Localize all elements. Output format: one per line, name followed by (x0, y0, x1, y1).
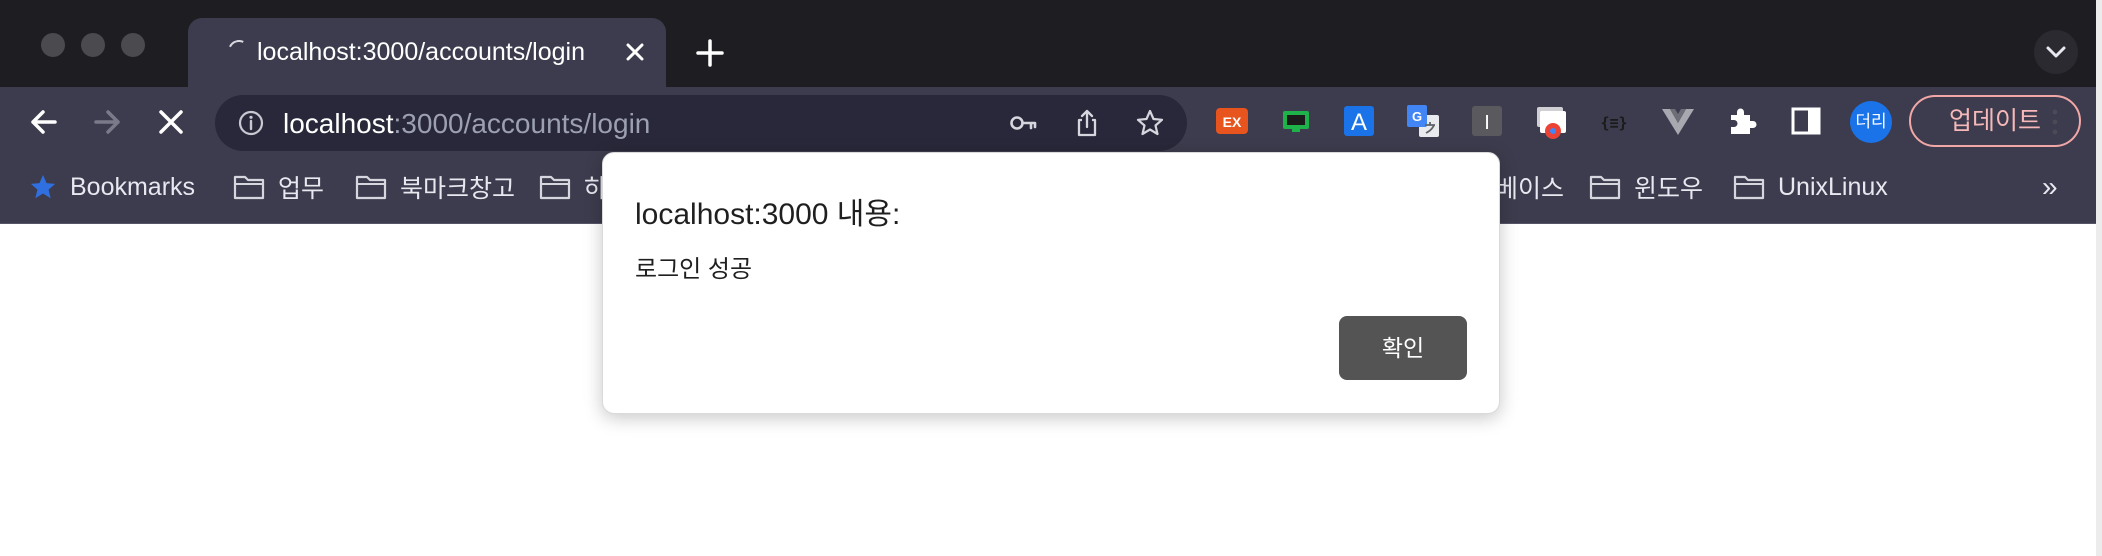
share-icon[interactable] (1072, 108, 1102, 138)
new-tab-icon[interactable] (688, 31, 732, 75)
back-arrow-icon[interactable] (21, 99, 67, 145)
bookmark-folder-storage[interactable]: 북마크창고 (355, 169, 515, 205)
bookmark-item-bookmarks[interactable]: Bookmarks (29, 169, 195, 205)
svg-text:A: A (1351, 109, 1367, 136)
vue-devtools-icon[interactable] (1660, 103, 1696, 139)
bookmark-folder-base[interactable]: 베이스 (1495, 169, 1564, 205)
tab-search-button[interactable] (2034, 30, 2078, 74)
ex-extension-icon[interactable]: EX (1214, 103, 1250, 139)
alert-dialog: localhost:3000 내용: 로그인 성공 확인 (602, 152, 1500, 414)
chevron-down-icon (2046, 46, 2066, 58)
screen-extension-icon[interactable] (1278, 103, 1314, 139)
tab-title: localhost:3000/accounts/login (257, 38, 586, 66)
bookmark-folder-unixlinux[interactable]: UnixLinux (1733, 169, 1888, 205)
bookmark-label: 베이스 (1495, 175, 1565, 203)
extensions-puzzle-icon[interactable] (1724, 103, 1760, 139)
active-tab[interactable]: localhost:3000/accounts/login (188, 18, 666, 87)
window-edge (2096, 0, 2102, 556)
google-translate-icon[interactable]: G (1405, 103, 1441, 139)
folder-icon (1589, 175, 1621, 200)
svg-text:EX: EX (1223, 114, 1242, 130)
folder-icon (355, 175, 387, 200)
menu-kebab-icon[interactable] (2052, 109, 2058, 135)
key-icon[interactable] (1008, 108, 1038, 138)
bookmark-folder-partial[interactable]: 하 (539, 169, 607, 205)
minimize-window-button[interactable] (81, 33, 105, 57)
svg-text:G: G (1412, 109, 1422, 124)
svg-text:{≡}: {≡} (1600, 114, 1627, 132)
folder-icon (233, 175, 265, 200)
bookmark-folder-work[interactable]: 업무 (233, 169, 324, 205)
loading-spinner-icon (224, 36, 254, 66)
bookmark-label: 윈도우 (1634, 175, 1704, 203)
tab-strip: localhost:3000/accounts/login (0, 0, 2102, 87)
tab-close-icon[interactable] (620, 37, 650, 67)
bookmark-folder-windows[interactable]: 윈도우 (1589, 169, 1703, 205)
bookmark-star-icon[interactable] (1135, 108, 1165, 138)
address-bar[interactable]: localhost:3000/accounts/login (215, 95, 1187, 151)
side-panel-icon[interactable] (1788, 103, 1824, 139)
i-extension-icon[interactable]: I (1469, 103, 1505, 139)
zoom-window-button[interactable] (121, 33, 145, 57)
bookmark-label: UnixLinux (1778, 172, 1888, 201)
star-icon (30, 174, 56, 199)
a-extension-icon[interactable]: A (1341, 103, 1377, 139)
url-path: :3000/accounts/login (393, 108, 651, 139)
dialog-message: 로그인 성공 (635, 256, 753, 283)
profile-avatar[interactable]: 더리 (1850, 101, 1892, 143)
forward-arrow-icon[interactable] (84, 99, 130, 145)
ok-button[interactable]: 확인 (1339, 316, 1467, 380)
bookmark-label: Bookmarks (70, 172, 196, 201)
svg-text:I: I (1484, 112, 1490, 134)
url-text[interactable]: localhost:3000/accounts/login (283, 108, 650, 140)
browser-toolbar: localhost:3000/accounts/login EX A G I {… (0, 87, 2102, 157)
json-viewer-icon[interactable]: {≡} (1596, 103, 1632, 139)
dialog-title: localhost:3000 내용: (635, 198, 901, 231)
url-host: localhost (283, 108, 394, 139)
bookmark-label: 업무 (278, 175, 325, 203)
chrome-extension-icon[interactable] (1533, 103, 1569, 139)
bookmarks-overflow-button[interactable]: » (2042, 171, 2058, 203)
close-window-button[interactable] (41, 33, 65, 57)
stop-loading-icon[interactable] (148, 99, 194, 145)
site-info-icon[interactable] (237, 109, 265, 137)
folder-icon (539, 175, 571, 200)
bookmark-label: 북마크창고 (400, 175, 516, 203)
folder-icon (1733, 175, 1765, 200)
